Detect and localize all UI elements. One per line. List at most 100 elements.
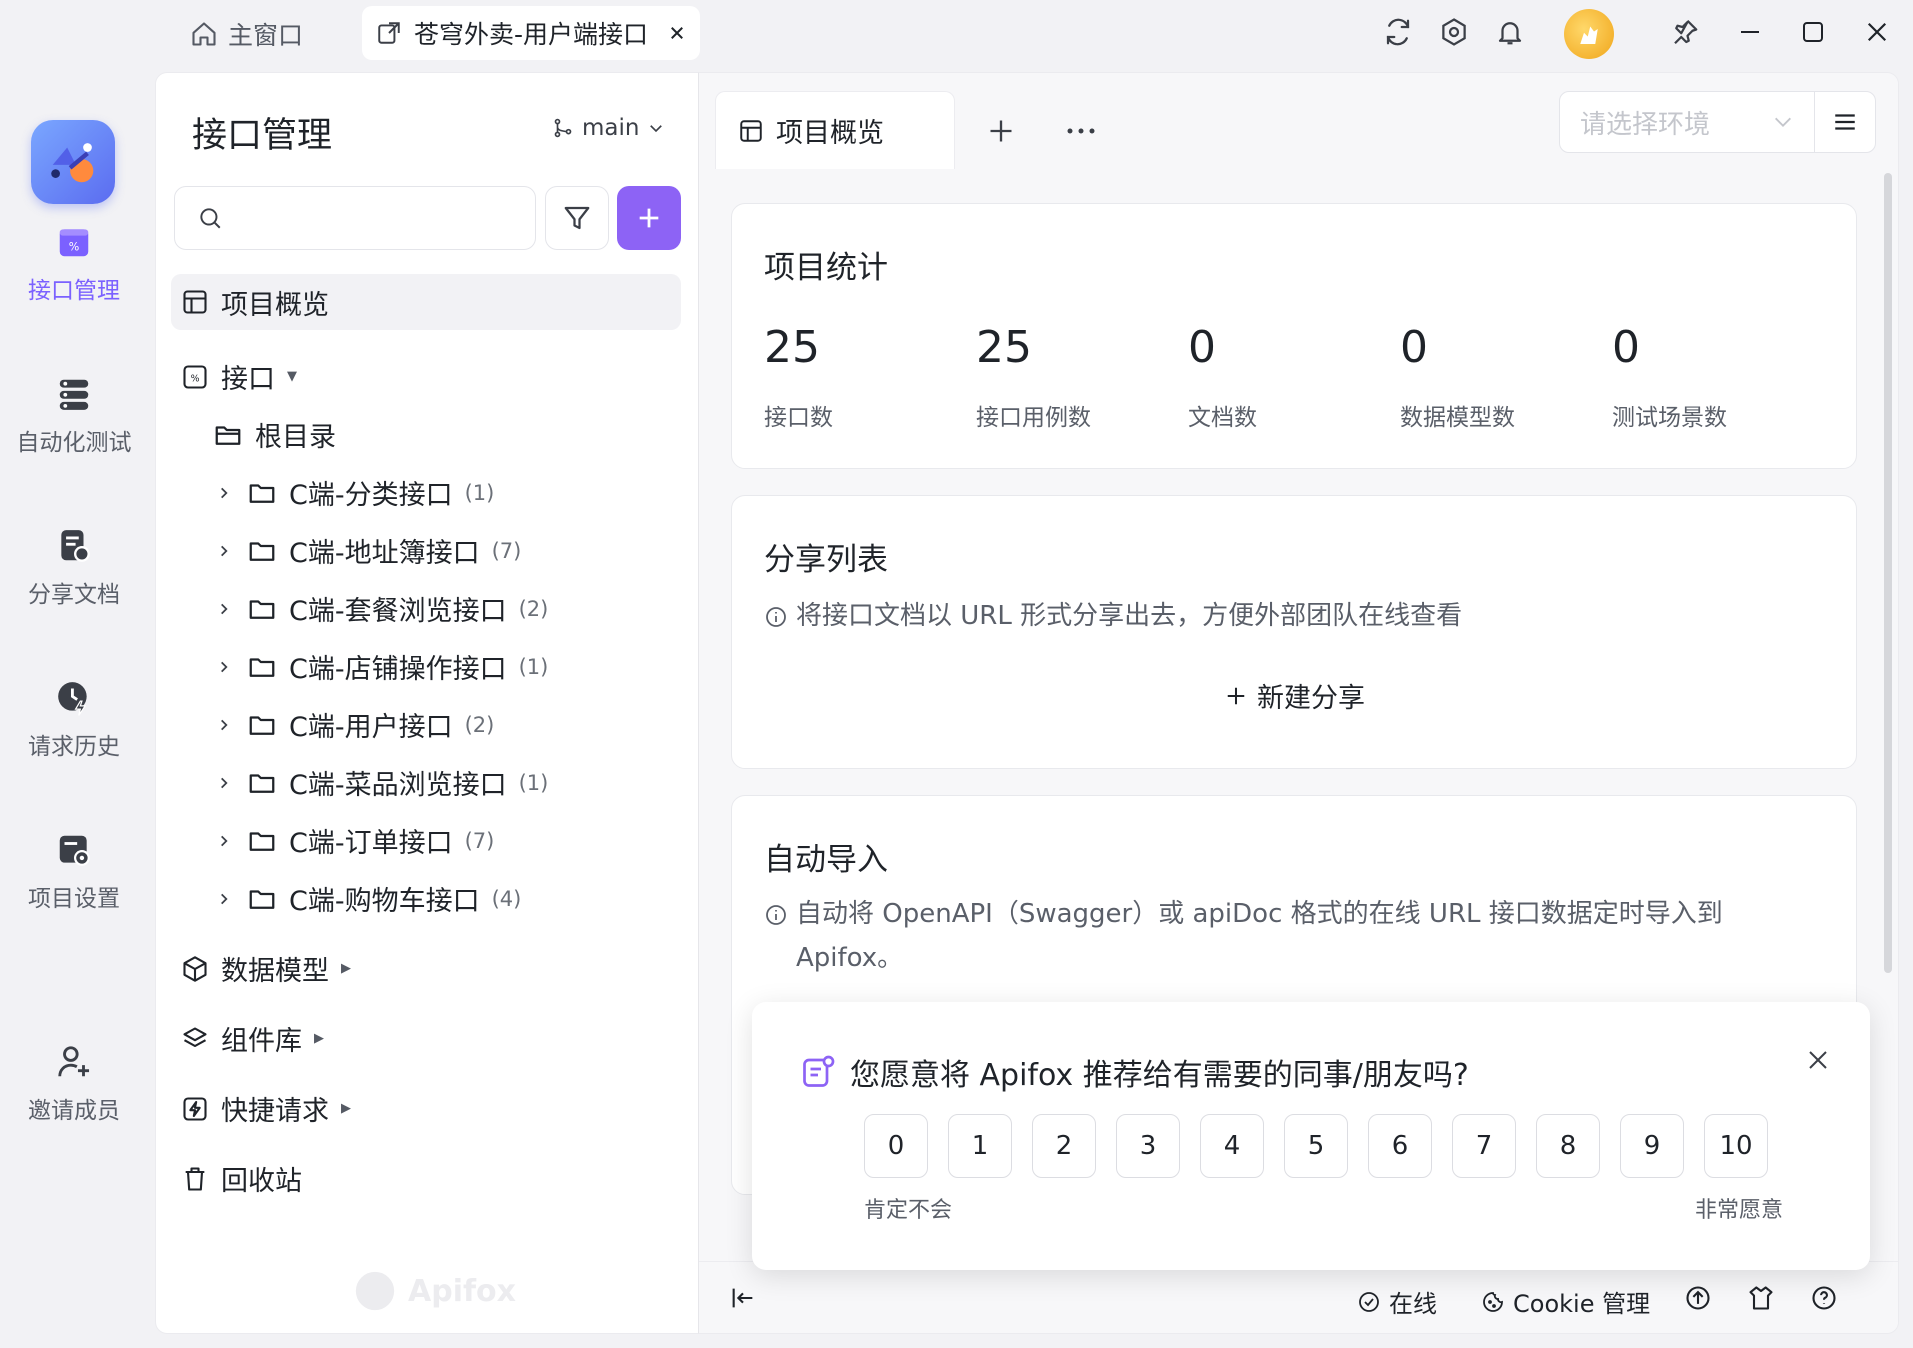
folder-name: C端-套餐浏览接口 [289,596,507,627]
layout-icon [181,288,209,316]
chevron-right-icon[interactable] [213,776,235,790]
folder-row[interactable]: C端-菜品浏览接口 (1) [213,763,548,802]
folder-row[interactable]: C端-用户接口 (2) [213,705,494,744]
tree-item-root[interactable]: 根目录 [213,415,336,454]
new-share-button[interactable]: 新建分享 [732,676,1858,715]
folder-row[interactable]: C端-套餐浏览接口 (2) [213,589,548,628]
rail-project-settings[interactable]: 项目设置 [0,817,148,927]
watermark-text: Apifox [408,1273,516,1309]
rail-history[interactable]: 请求历史 [0,665,148,775]
chevron-right-icon[interactable] [213,834,235,848]
maximize-icon[interactable] [1793,12,1833,52]
tree-item-label: 数据模型 [221,956,329,987]
survey-icon [800,1054,836,1090]
search-box[interactable] [174,186,536,250]
tree-item-components[interactable]: 组件库 ▶ [181,1019,324,1058]
nps-score-button[interactable]: 5 [1284,1114,1348,1178]
nps-score-button[interactable]: 1 [948,1114,1012,1178]
history-icon [55,679,93,717]
folder-name: C端-分类接口 [289,480,453,511]
branch-selector[interactable]: main [552,115,665,141]
help-icon[interactable] [1810,1284,1838,1312]
home-icon [190,20,218,48]
tab-overview[interactable]: 项目概览 [715,91,955,169]
upload-icon[interactable] [1684,1284,1712,1312]
filter-button[interactable] [545,186,609,250]
collapse-sidebar-icon[interactable] [729,1284,757,1312]
nps-score-button[interactable]: 4 [1200,1114,1264,1178]
cookie-label: Cookie 管理 [1513,1290,1651,1318]
folder-open-icon [213,420,243,450]
tree-item-overview[interactable]: 项目概览 [171,274,681,330]
add-button[interactable] [617,186,681,250]
nps-score-button[interactable]: 2 [1032,1114,1096,1178]
search-icon [197,205,223,231]
tree-item-data-model[interactable]: 数据模型 ▶ [181,949,351,988]
nps-score-button[interactable]: 0 [864,1114,928,1178]
nps-score-button[interactable]: 10 [1704,1114,1768,1178]
folder-row[interactable]: C端-购物车接口 (4) [213,879,521,918]
folder-row[interactable]: C端-地址簿接口 (7) [213,531,521,570]
folder-row[interactable]: C端-分类接口 (1) [213,473,494,512]
check-circle-icon [1357,1290,1381,1314]
tab-overview-label: 项目概览 [776,118,884,149]
caret-down-icon: ▼ [287,369,297,384]
chevron-right-icon[interactable] [213,602,235,616]
api-panel: 接口管理 main 项目概览 % 接口 ▼ 根目录 C端-分类接口 (1) C端… [155,72,698,1334]
chevron-right-icon[interactable] [213,544,235,558]
tree-item-recycle[interactable]: 回收站 [181,1159,302,1198]
chevron-right-icon[interactable] [213,486,235,500]
search-input[interactable] [235,205,515,231]
nps-score-button[interactable]: 8 [1536,1114,1600,1178]
environment-select[interactable]: 请选择环境 [1559,91,1815,153]
chevron-right-icon[interactable] [213,660,235,674]
refresh-icon[interactable] [1378,12,1418,52]
minimize-icon[interactable] [1730,12,1770,52]
stats-card: 项目统计 25 接口数 25 接口用例数 0 文档数 0 数据模型数 0 测试场… [731,203,1857,469]
close-icon[interactable] [1798,1040,1838,1080]
folder-row[interactable]: C端-店铺操作接口 (1) [213,647,548,686]
tab-close-icon[interactable] [668,24,686,42]
new-tab-button[interactable] [981,111,1021,151]
folder-name: C端-地址簿接口 [289,538,480,569]
rail-api-management[interactable]: % 接口管理 [0,209,148,319]
rail-automation-test[interactable]: 自动化测试 [0,361,148,471]
nps-score-button[interactable]: 7 [1452,1114,1516,1178]
close-window-icon[interactable] [1857,12,1897,52]
stat-item: 0 数据模型数 [1400,326,1515,432]
cookie-management[interactable]: Cookie 管理 [1481,1284,1650,1319]
online-status[interactable]: 在线 [1357,1284,1437,1319]
nps-score-button[interactable]: 9 [1620,1114,1684,1178]
chevron-right-icon[interactable] [213,892,235,906]
settings-icon[interactable] [1434,12,1474,52]
folder-count: (1) [464,480,495,505]
nps-survey-popup: 您愿意将 Apifox 推荐给有需要的同事/朋友吗? 0 1 2 3 4 5 6… [752,1002,1870,1270]
nps-question-text: 您愿意将 Apifox 推荐给有需要的同事/朋友吗? [850,1058,1469,1093]
folder-count: (4) [491,886,522,911]
tab-project[interactable]: 苍穹外卖-用户端接口 [362,6,700,60]
scrollbar[interactable] [1884,173,1892,973]
nps-score-button[interactable]: 3 [1116,1114,1180,1178]
bell-icon[interactable] [1490,12,1530,52]
rail-label: 自动化测试 [16,430,132,456]
rail-invite-member[interactable]: 邀请成员 [0,1029,148,1139]
nps-score-button[interactable]: 6 [1368,1114,1432,1178]
app-logo[interactable] [31,120,115,204]
pin-icon[interactable] [1665,12,1705,52]
stat-item: 0 测试场景数 [1612,326,1727,432]
environment-menu-button[interactable] [1814,91,1876,153]
stat-value: 0 [1612,322,1640,373]
chevron-right-icon[interactable] [213,718,235,732]
rail-share-doc[interactable]: 分享文档 [0,513,148,623]
shirt-icon[interactable] [1747,1284,1775,1312]
user-avatar[interactable] [1564,9,1614,59]
more-tabs-button[interactable] [1059,111,1103,151]
plus-icon [635,204,663,232]
plus-icon [987,117,1015,145]
tree-item-apis[interactable]: % 接口 ▼ [181,357,297,396]
tab-home[interactable]: 主窗口 [190,14,303,54]
cube-icon [181,955,209,983]
tree-item-quick-request[interactable]: 快捷请求 ▶ [181,1089,351,1128]
automation-test-icon [55,375,93,413]
folder-row[interactable]: C端-订单接口 (7) [213,821,494,860]
